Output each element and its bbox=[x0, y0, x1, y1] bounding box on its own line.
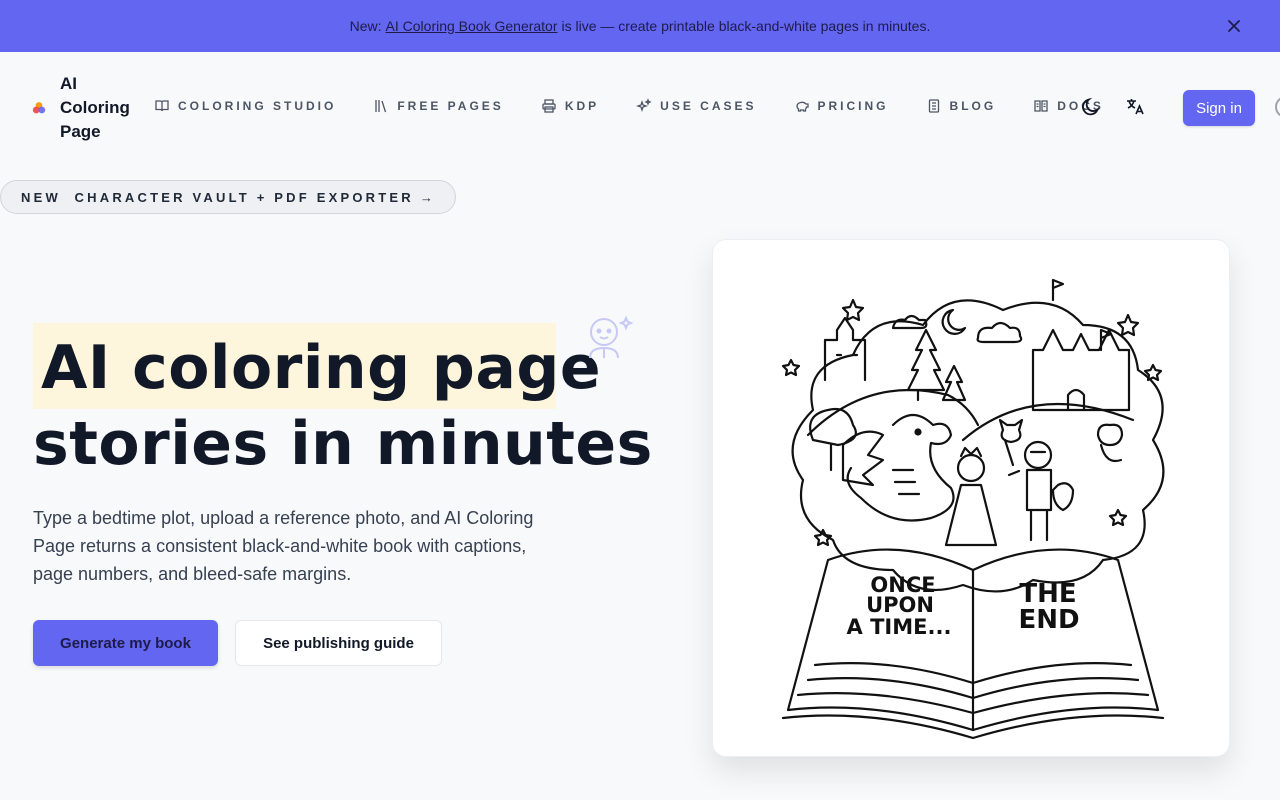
brand-name: AI Coloring Page bbox=[60, 74, 130, 141]
mascot-icon bbox=[589, 315, 634, 359]
library-icon bbox=[375, 100, 387, 113]
hero-illustration-card: ONCE UPON A TIME... THE END bbox=[712, 239, 1230, 757]
coloring-book-illustration: ONCE UPON A TIME... THE END bbox=[781, 278, 1165, 740]
close-icon[interactable] bbox=[1224, 16, 1244, 36]
avatar[interactable] bbox=[1275, 96, 1280, 118]
nav-item-free-pages[interactable]: FREE PAGES bbox=[373, 98, 503, 114]
piggy-bank-icon bbox=[795, 101, 809, 112]
banner-prefix: New: bbox=[349, 18, 382, 34]
announcement-banner: New: AI Coloring Book Generator is live … bbox=[0, 0, 1280, 52]
nav-item-pricing[interactable]: PRICING bbox=[794, 98, 889, 114]
pill-label: NEW CHARACTER VAULT + PDF EXPORTER bbox=[21, 189, 414, 205]
nav-item-coloring-studio[interactable]: COLORING STUDIO bbox=[154, 98, 336, 114]
nav-menu: COLORING STUDIO FREE PAGES KDP USE CASES… bbox=[154, 98, 1141, 114]
nav-item-use-cases[interactable]: USE CASES bbox=[636, 98, 756, 114]
nav-item-blog[interactable]: BLOG bbox=[926, 98, 997, 114]
nav-item-kdp[interactable]: KDP bbox=[541, 98, 599, 114]
left-page-line3: A TIME... bbox=[847, 615, 952, 639]
generate-book-button[interactable]: Generate my book bbox=[33, 620, 218, 666]
arrow-right-icon: → bbox=[419, 189, 433, 205]
top-nav: AI Coloring Page COLORING STUDIO FREE PA… bbox=[0, 52, 1280, 164]
left-page-line2: UPON bbox=[866, 593, 934, 617]
book-icon bbox=[1034, 100, 1048, 112]
translate-icon[interactable] bbox=[1124, 96, 1146, 118]
moon-icon[interactable] bbox=[1080, 96, 1102, 118]
sparkles-icon bbox=[636, 98, 652, 113]
banner-suffix: is live — create printable black-and-whi… bbox=[561, 18, 931, 34]
banner-link[interactable]: AI Coloring Book Generator bbox=[386, 18, 558, 34]
book-open-icon bbox=[155, 100, 169, 112]
logo-icon bbox=[32, 102, 46, 114]
notebook-icon bbox=[928, 99, 939, 113]
publishing-guide-button[interactable]: See publishing guide bbox=[235, 620, 442, 666]
hero-description: Type a bedtime plot, upload a reference … bbox=[33, 508, 534, 584]
sign-in-button[interactable]: Sign in bbox=[1183, 90, 1255, 126]
brand-logo[interactable]: AI Coloring Page bbox=[32, 72, 140, 144]
printer-icon bbox=[542, 99, 556, 113]
right-page-line2: END bbox=[1018, 605, 1079, 635]
announcement-pill[interactable]: NEW CHARACTER VAULT + PDF EXPORTER → bbox=[0, 180, 456, 214]
hero-title: AI coloring page stories in minutes bbox=[33, 333, 653, 479]
